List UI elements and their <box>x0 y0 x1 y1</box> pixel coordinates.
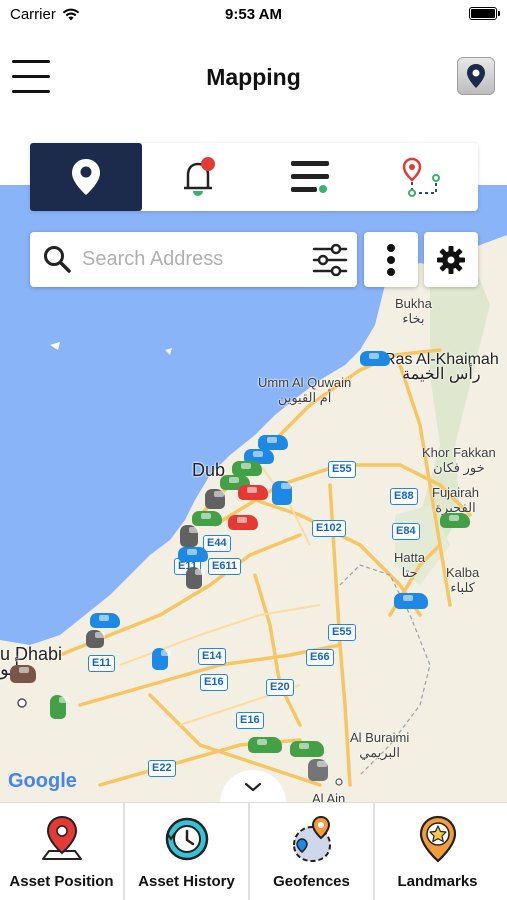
vehicle-marker[interactable] <box>308 759 328 781</box>
place-label-dubai: Dub <box>192 460 226 480</box>
road-shield-e16-south: E16 <box>236 712 264 729</box>
vehicle-marker[interactable] <box>360 351 390 366</box>
location-pin-icon <box>72 159 100 195</box>
place-label-bukha: Bukha بخاء <box>395 296 432 326</box>
road-shield-e20: E20 <box>266 679 294 696</box>
vehicle-marker[interactable] <box>50 695 69 719</box>
map-pin-icon <box>467 64 485 88</box>
vehicle-marker[interactable] <box>90 613 120 628</box>
nav-asset-history[interactable]: Asset History <box>125 803 250 900</box>
tab-alerts[interactable] <box>142 143 254 211</box>
google-attribution: Google <box>8 770 77 792</box>
nav-label: Landmarks <box>397 873 478 890</box>
vehicle-marker[interactable] <box>205 489 225 509</box>
road-shield-e102: E102 <box>312 520 346 537</box>
road-shield-e16: E16 <box>200 674 228 691</box>
star-marker-icon <box>419 815 456 863</box>
list-icon <box>291 161 329 193</box>
vehicle-marker[interactable] <box>192 511 222 526</box>
search-icon <box>44 246 71 273</box>
vehicle-marker[interactable] <box>258 435 288 450</box>
nav-asset-position[interactable]: Asset Position <box>0 803 125 900</box>
vehicle-marker[interactable] <box>152 648 171 670</box>
filter-sliders-icon[interactable] <box>311 242 349 278</box>
place-label-kalba: Kalba كلباء <box>446 565 480 595</box>
vehicle-marker[interactable] <box>180 525 199 547</box>
nav-label: Geofences <box>273 873 350 890</box>
road-shield-e88: E88 <box>390 488 418 505</box>
chevron-down-icon <box>244 782 262 792</box>
tab-location[interactable] <box>30 143 142 211</box>
place-label-al-buraimi: Al Buraimi البريمي <box>350 730 410 760</box>
vehicle-marker[interactable] <box>440 513 470 528</box>
nav-geofences[interactable]: Geofences <box>250 803 375 900</box>
vehicle-marker[interactable] <box>290 741 324 757</box>
route-icon <box>402 157 440 197</box>
bottom-navigation: Asset Position Asset History Geofences L… <box>0 802 507 900</box>
vehicle-marker[interactable] <box>232 461 262 476</box>
status-time: 9:53 AM <box>225 6 282 23</box>
search-bar <box>30 232 357 287</box>
tab-list[interactable] <box>254 143 366 211</box>
road-shield-e44: E44 <box>203 535 231 552</box>
place-label-khor-fakkan: Khor Fakkan خور فكان <box>422 445 496 475</box>
vehicle-marker[interactable] <box>248 737 282 753</box>
road-shield-e55-south: E55 <box>328 624 356 641</box>
road-shield-e84: E84 <box>392 523 420 540</box>
place-label-hatta: Hatta حتا <box>394 550 426 580</box>
more-options-button[interactable] <box>364 232 418 287</box>
road-shield-e55: E55 <box>328 461 356 478</box>
place-label-fujairah: Fujairah الفجيرة <box>432 485 479 515</box>
nav-label: Asset History <box>138 873 235 890</box>
clock-history-icon <box>165 817 208 861</box>
road-shield-e66: E66 <box>306 649 334 666</box>
vehicle-marker[interactable] <box>272 481 292 505</box>
vehicle-marker[interactable] <box>86 630 105 648</box>
battery-icon <box>469 7 500 20</box>
more-vertical-icon <box>387 243 395 276</box>
status-bar: Carrier 9:53 AM <box>0 0 507 28</box>
geofence-icon <box>292 815 331 863</box>
tab-route[interactable] <box>366 143 478 211</box>
vehicle-marker[interactable] <box>228 515 258 530</box>
map-location-button[interactable] <box>457 57 495 95</box>
map-mode-tabs <box>30 143 478 211</box>
search-address-input[interactable] <box>82 232 302 287</box>
vehicle-marker[interactable] <box>394 593 428 609</box>
map-marker-icon <box>41 815 82 860</box>
place-label-ras-al-khaimah: Ras Al-Khaimah رأس الخيمة <box>384 351 499 383</box>
vehicle-marker[interactable] <box>10 665 36 683</box>
road-shield-e22: E22 <box>148 760 176 777</box>
vehicle-marker[interactable] <box>238 485 268 500</box>
nav-landmarks[interactable]: Landmarks <box>375 803 500 900</box>
road-shield-e11-south: E11 <box>88 655 115 672</box>
vehicle-marker[interactable] <box>186 567 205 589</box>
place-label-umm-al-quwain: Umm Al Quwain أم القيوين <box>258 375 352 405</box>
settings-button[interactable] <box>424 232 478 287</box>
vehicle-marker[interactable] <box>178 547 208 562</box>
nav-label: Asset Position <box>9 873 114 890</box>
gear-icon <box>437 245 465 274</box>
app-header: Mapping <box>0 40 507 120</box>
page-title: Mapping <box>206 64 301 90</box>
road-shield-e611: E611 <box>208 558 242 575</box>
road-shield-e14: E14 <box>198 648 226 665</box>
bell-alert-icon <box>184 157 215 196</box>
